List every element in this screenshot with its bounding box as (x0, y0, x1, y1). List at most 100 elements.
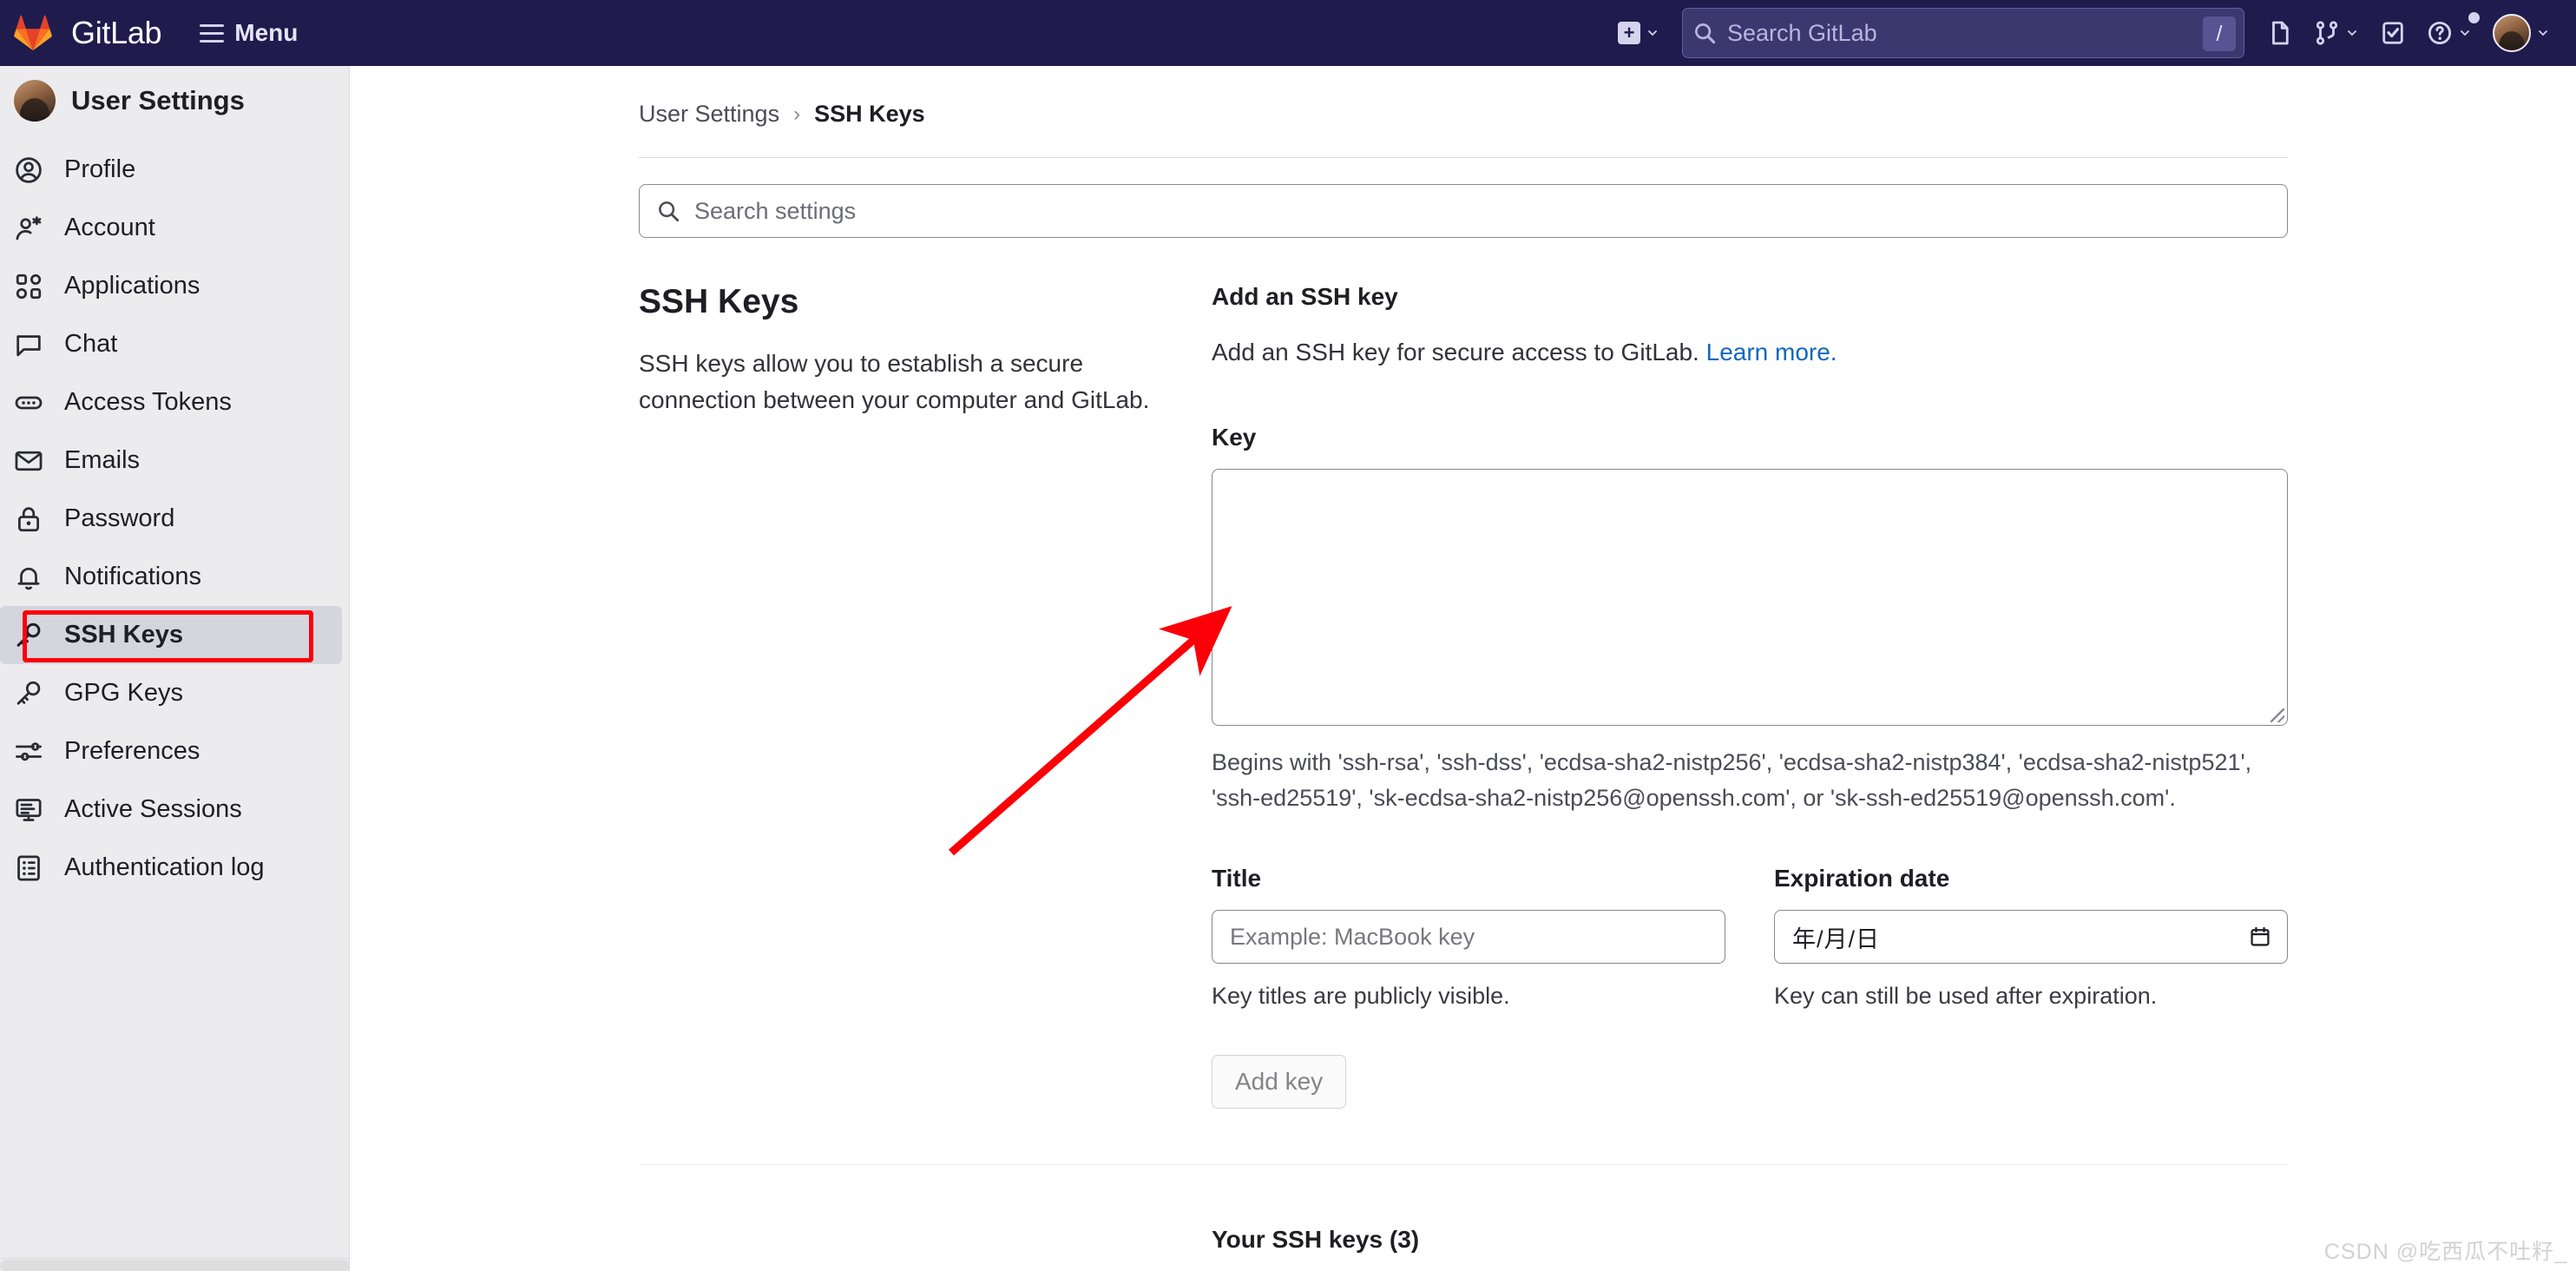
token-icon (12, 388, 45, 418)
expiration-field-hint: Key can still be used after expiration. (1774, 983, 2158, 1010)
section-divider (639, 1164, 2288, 1166)
user-circle-icon (12, 155, 45, 185)
form-description-text: Add an SSH key for secure access to GitL… (1212, 339, 1699, 365)
sliders-icon (12, 737, 45, 767)
key-textarea[interactable] (1212, 469, 2288, 726)
add-ssh-key-form: Add an SSH key Add an SSH key for secure… (1212, 283, 2288, 1110)
title-field-group: Title Example: MacBook key Key titles ar… (1212, 865, 1725, 1010)
sidebar-item-active-sessions[interactable]: Active Sessions (0, 780, 342, 839)
breadcrumb-parent[interactable]: User Settings (639, 101, 779, 128)
menu-label: Menu (234, 19, 299, 46)
hamburger-icon (200, 23, 225, 43)
sidebar-item-authentication-log[interactable]: Authentication log (0, 839, 342, 897)
sidebar-item-ssh-keys[interactable]: SSH Keys (0, 606, 342, 664)
avatar (2493, 14, 2531, 52)
sidebar-item-preferences[interactable]: Preferences (0, 722, 342, 780)
search-settings-input[interactable]: Search settings (639, 184, 2288, 238)
top-navigation-bar: GitLab Menu + Search GitLab / (0, 0, 2576, 66)
breadcrumb-divider (639, 157, 2288, 158)
sidebar-item-label: Active Sessions (64, 795, 242, 823)
sidebar-item-chat[interactable]: Chat (0, 315, 342, 373)
breadcrumb: User Settings › SSH Keys (351, 66, 2576, 128)
gitlab-ssh-keys-page: GitLab Menu + Search GitLab / User Setti… (0, 0, 2576, 1271)
sidebar-item-label: Chat (64, 330, 118, 358)
resize-handle-icon[interactable] (2270, 708, 2284, 722)
sidebar-item-label: Password (64, 504, 175, 532)
expiration-date-input[interactable]: 年/月/日 (1774, 910, 2288, 965)
sidebar-title: User Settings (71, 85, 245, 115)
page-description: SSH keys allow you to establish a secure… (639, 350, 1150, 413)
form-heading: Add an SSH key (1212, 283, 1398, 310)
search-shortcut-badge: / (2203, 16, 2236, 51)
sidebar-item-label: Profile (64, 155, 136, 183)
chevron-down-icon (2348, 30, 2356, 36)
sidebar-item-label: Notifications (64, 563, 201, 590)
sidebar-item-gpg-keys[interactable]: GPG Keys (0, 664, 342, 722)
help-button[interactable] (2416, 9, 2482, 57)
question-circle-icon (2428, 21, 2452, 45)
sidebar-item-label: GPG Keys (64, 679, 183, 707)
sidebar-item-label: Authentication log (64, 853, 265, 881)
create-new-button[interactable]: + (1607, 9, 1670, 57)
sidebar-item-notifications[interactable]: Notifications (0, 548, 342, 606)
key-field-help-text: Begins with 'ssh-rsa', 'ssh-dss', 'ecdsa… (1212, 749, 2252, 812)
form-description: Add an SSH key for secure access to GitL… (1212, 339, 2288, 366)
csdn-watermark: CSDN @吃西瓜不吐籽_ (2323, 1240, 2567, 1264)
settings-columns: SSH Keys SSH keys allow you to establish… (639, 283, 2288, 1110)
calendar-icon[interactable] (2249, 925, 2271, 948)
todo-checkbox-icon (2382, 22, 2403, 44)
sidebar-item-emails[interactable]: Emails (0, 431, 342, 490)
merge-request-icon (2316, 21, 2338, 45)
user-menu-button[interactable] (2482, 9, 2560, 57)
settings-description-column: SSH Keys SSH keys allow you to establish… (639, 283, 1212, 1109)
help-notification-badge (2468, 12, 2480, 23)
plus-square-icon: + (1618, 22, 1640, 44)
chevron-down-icon (2539, 30, 2547, 36)
add-key-button[interactable]: Add key (1212, 1055, 1347, 1110)
chevron-down-icon (2461, 30, 2469, 36)
search-icon (1695, 23, 1716, 43)
sidebar-item-label: Applications (64, 272, 200, 300)
chat-bubble-icon (12, 330, 45, 359)
lock-icon (12, 504, 45, 534)
todos-button[interactable] (2369, 9, 2416, 57)
avatar (14, 80, 56, 122)
global-search-placeholder: Search GitLab (1727, 19, 1877, 46)
search-icon (659, 201, 680, 221)
user-gear-icon (12, 214, 45, 243)
log-grid-icon (12, 853, 45, 883)
sidebar-item-label: Emails (64, 446, 141, 474)
gitlab-logo-icon[interactable] (14, 14, 52, 52)
sidebar-horizontal-scrollbar[interactable] (0, 1257, 349, 1271)
sidebar-item-access-tokens[interactable]: Access Tokens (0, 373, 342, 431)
sidebar-item-password[interactable]: Password (0, 490, 342, 548)
sidebar-item-account[interactable]: Account (0, 199, 342, 257)
learn-more-link[interactable]: Learn more. (1706, 339, 1837, 365)
issues-button[interactable] (2257, 9, 2303, 57)
chevron-down-icon (1648, 30, 1657, 36)
search-settings-placeholder: Search settings (694, 197, 857, 224)
global-search-input[interactable]: Search GitLab / (1682, 8, 2244, 58)
topnav-right-group: + Search GitLab / (1607, 0, 2560, 66)
title-input[interactable]: Example: MacBook key (1212, 910, 1725, 965)
expiration-field-group: Expiration date 年/月/日 Key can still be u… (1774, 865, 2288, 1010)
issues-icon (2272, 21, 2289, 45)
sidebar-item-profile[interactable]: Profile (0, 141, 342, 199)
title-field-label: Title (1212, 865, 1262, 892)
key-icon (12, 621, 45, 650)
user-settings-sidebar: User Settings Profile Account Applicatio… (0, 66, 350, 1271)
envelope-icon (12, 446, 45, 476)
gitlab-wordmark[interactable]: GitLab (71, 15, 162, 51)
your-keys-heading: Your SSH keys (3) (1212, 1226, 1420, 1254)
main-menu-button[interactable]: Menu (200, 19, 298, 47)
sidebar-item-label: Access Tokens (64, 388, 232, 416)
key-icon (12, 679, 45, 708)
key-field-label: Key (1212, 424, 1257, 451)
monitor-list-icon (12, 795, 45, 825)
expiration-date-value: 年/月/日 (1792, 925, 1881, 952)
merge-requests-button[interactable] (2303, 9, 2369, 57)
breadcrumb-separator: › (793, 102, 801, 126)
sidebar-item-applications[interactable]: Applications (0, 257, 342, 315)
sidebar-header[interactable]: User Settings (0, 66, 349, 135)
topnav-left-group: GitLab Menu (0, 14, 298, 52)
